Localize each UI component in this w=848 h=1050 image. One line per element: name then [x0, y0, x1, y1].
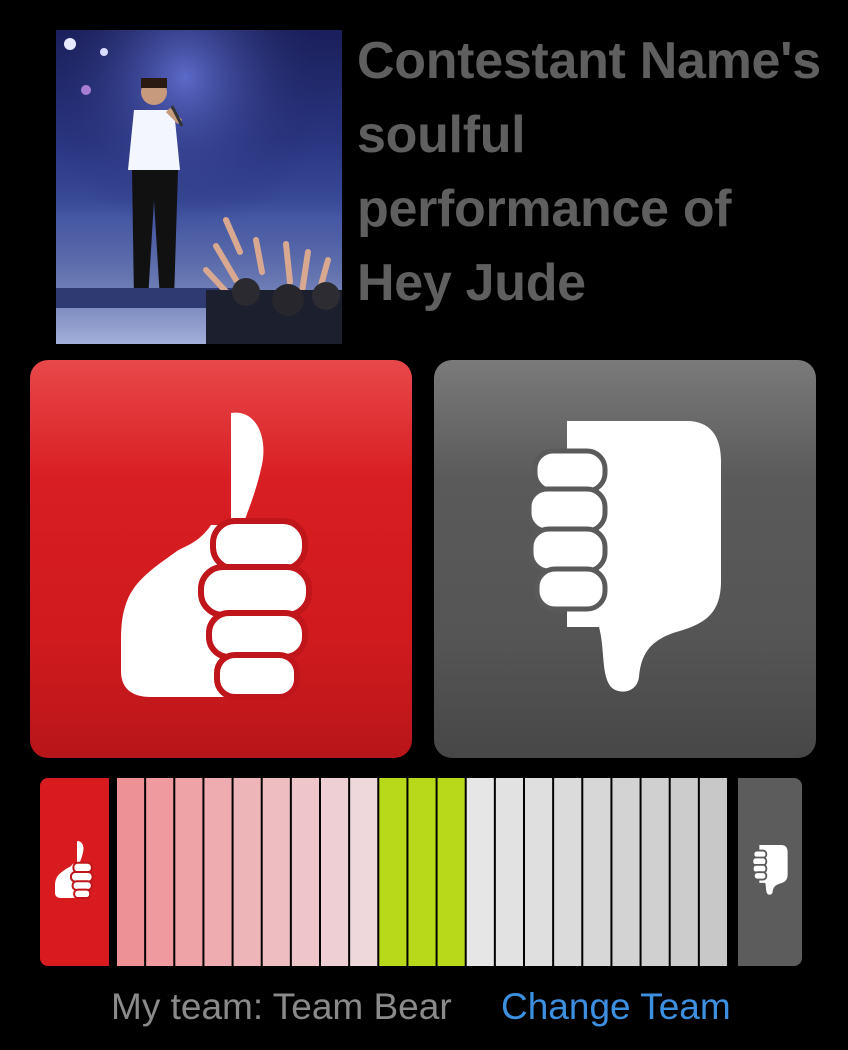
meter-stripe [204, 778, 232, 966]
meter-stripe [670, 778, 698, 966]
meter-stripe [233, 778, 261, 966]
meter-stripe [262, 778, 290, 966]
thumbs-down-icon [526, 420, 723, 698]
small-thumbs-up-icon [54, 840, 95, 905]
meter-stripe [495, 778, 523, 966]
meter-stripe [117, 778, 145, 966]
meter-stripe [554, 778, 582, 966]
small-thumbs-down-icon [751, 844, 788, 901]
my-team-label: My team: Team Bear [111, 986, 452, 1027]
meter-stripe [408, 778, 436, 966]
performance-title: Contestant Name's soulful performance of… [357, 32, 821, 312]
team-footer: My team: Team Bear Change Team [0, 984, 848, 1032]
meter-stripe [321, 778, 349, 966]
meter-stripe [583, 778, 611, 966]
dislike-button[interactable] [434, 360, 816, 758]
meter-stripe [699, 778, 727, 966]
change-team-link[interactable]: Change Team [501, 984, 731, 1030]
meter-stripe [175, 778, 203, 966]
like-button[interactable] [30, 360, 412, 758]
meter-stripe [641, 778, 669, 966]
performance-photo [56, 30, 342, 344]
meter-stripe [146, 778, 174, 966]
meter-like-end [40, 778, 109, 966]
meter-dislike-end [738, 778, 802, 966]
meter-scale[interactable] [117, 778, 729, 966]
meter-stripe [437, 778, 465, 966]
meter-current-position [379, 778, 407, 966]
meter-stripe [612, 778, 640, 966]
meter-stripe [466, 778, 494, 966]
meter-stripe [525, 778, 553, 966]
meter-stripe [291, 778, 319, 966]
vote-meter[interactable] [40, 778, 802, 966]
thumbs-up-icon [121, 409, 321, 710]
meter-stripe [350, 778, 378, 966]
